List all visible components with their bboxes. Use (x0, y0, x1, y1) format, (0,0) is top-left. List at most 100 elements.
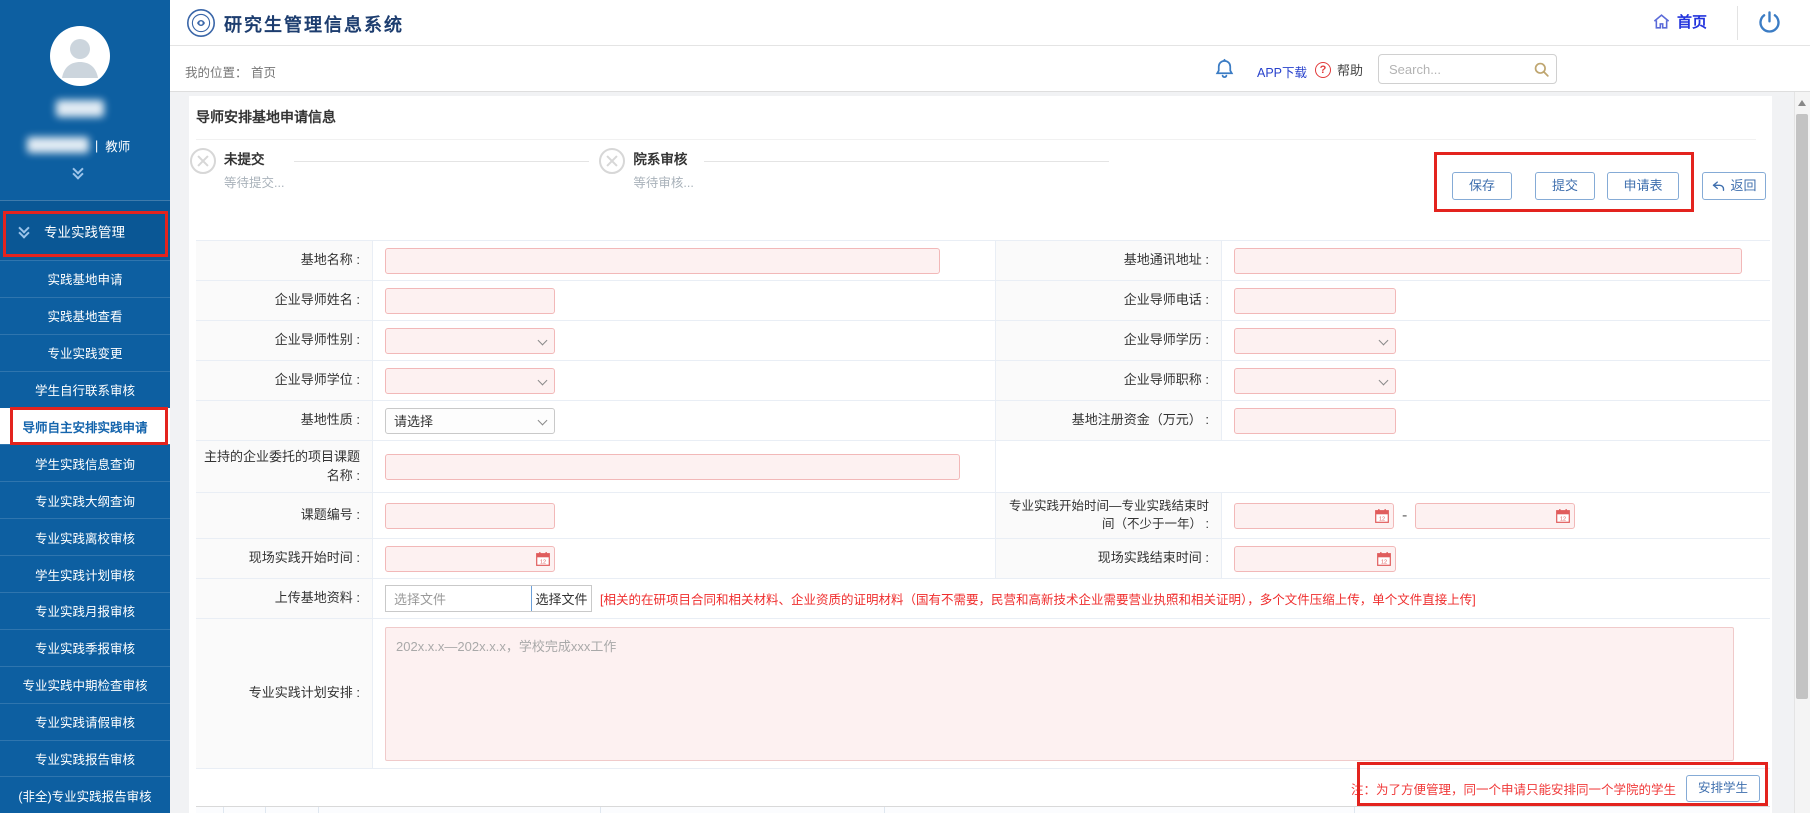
table-column-divider (266, 807, 319, 813)
field-label-onsite-start: 现场实践开始时间 : (196, 539, 373, 579)
field-label-mentor-degree: 企业导师学位 : (196, 361, 373, 401)
calendar-icon[interactable]: 12 (1377, 552, 1391, 571)
mentor-name-input[interactable] (385, 288, 555, 314)
page-scroll-up-arrow[interactable] (1798, 100, 1806, 106)
breadcrumb-current[interactable]: 首页 (251, 66, 276, 80)
step-status-circle-x-icon (190, 148, 216, 174)
onsite-end-date-input[interactable] (1234, 546, 1396, 572)
table-column-divider (319, 807, 601, 813)
empty-cell (996, 441, 1770, 493)
calendar-icon[interactable]: 12 (536, 552, 550, 571)
avatar (50, 26, 110, 86)
save-button[interactable]: 保存 (1452, 172, 1512, 200)
field-label-base-address: 基地通讯地址 : (996, 241, 1222, 281)
toolbar: 我的位置： 首页 APP下载 ? 帮助 (170, 46, 1810, 92)
application-form-button[interactable]: 申请表 (1607, 172, 1679, 200)
sidebar-item[interactable]: 专业实践月报审核 (0, 592, 170, 629)
user-id-redacted (27, 137, 89, 153)
field-label-upload: 上传基地资料 : (196, 579, 373, 619)
choose-file-button[interactable]: 选择文件 (531, 586, 591, 611)
page-scrollbar-thumb[interactable] (1796, 114, 1808, 699)
user-name-redacted (56, 100, 104, 117)
sidebar-item[interactable]: 学生实践计划审核 (0, 555, 170, 592)
sidebar-item[interactable]: 专业实践季报审核 (0, 629, 170, 666)
project-name-input[interactable] (385, 454, 960, 480)
svg-text:12: 12 (540, 559, 546, 565)
sidebar-item[interactable]: 学生自行联系审核 (0, 371, 170, 408)
home-link[interactable]: 首页 (1652, 11, 1707, 32)
sidebar-item[interactable]: 实践基地申请 (0, 260, 170, 297)
base-name-input[interactable] (385, 248, 940, 274)
project-no-input[interactable] (385, 503, 555, 529)
user-role-line: | 教师 (95, 137, 130, 154)
sidebar-item[interactable]: 学生实践信息查询 (0, 444, 170, 481)
sidebar-item[interactable]: 专业实践请假审核 (0, 703, 170, 740)
chevron-down-icon (538, 415, 548, 425)
help-link[interactable]: ? 帮助 (1315, 60, 1363, 79)
sidebar-item[interactable]: 实践基地查看 (0, 297, 170, 334)
home-link-label: 首页 (1677, 11, 1707, 32)
role-separator: | (95, 139, 98, 153)
user-role: 教师 (105, 136, 130, 155)
step-connector-line (704, 161, 1109, 162)
sidebar-item[interactable]: (非全)专业实践报告审核 (0, 776, 170, 813)
notifications-button[interactable] (1213, 57, 1236, 85)
base-capital-input[interactable] (1234, 408, 1396, 434)
mentor-title-select[interactable] (1234, 368, 1396, 394)
field-label-base-capital: 基地注册资金（万元） : (996, 401, 1222, 441)
sidebar-item[interactable]: 专业实践中期检查审核 (0, 666, 170, 703)
practice-plan-textarea[interactable] (385, 627, 1734, 761)
app-download-link[interactable]: APP下载 (1257, 62, 1307, 81)
file-placeholder: 选择文件 (386, 586, 531, 611)
base-type-selected-value: 请选择 (394, 411, 433, 430)
svg-text:12: 12 (1381, 559, 1387, 565)
home-icon (1652, 12, 1671, 31)
field-label-onsite-end: 现场实践结束时间 : (996, 539, 1222, 579)
practice-end-date-field: 12 (1415, 503, 1575, 529)
sidebar-item[interactable]: 专业实践大纲查询 (0, 481, 170, 518)
onsite-start-date-input[interactable] (385, 546, 555, 572)
practice-end-date-input[interactable] (1415, 503, 1575, 529)
base-type-select[interactable]: 请选择 (385, 408, 555, 434)
sidebar: | 教师 专业实践管理 实践基地申请 实践基地查看 专业实践变更 学生自行联系审… (0, 0, 170, 813)
search-box (1378, 54, 1557, 84)
submit-button[interactable]: 提交 (1535, 172, 1595, 200)
mentor-gender-select[interactable] (385, 328, 555, 354)
arrange-students-button[interactable]: 安排学生 (1686, 775, 1760, 802)
calendar-icon[interactable]: 12 (1556, 509, 1570, 528)
onsite-start-date-field: 12 (385, 546, 555, 572)
search-input[interactable] (1379, 55, 1556, 83)
step-unsubmitted: 未提交 等待提交... (224, 148, 284, 191)
field-label-mentor-phone: 企业导师电话 : (996, 281, 1222, 321)
base-address-input[interactable] (1234, 248, 1742, 274)
profile-collapse-chevron-icon[interactable] (72, 165, 86, 179)
main-panel: 导师安排基地申请信息 未提交 等待提交... 院系审核 等待审核... 保存 提… (189, 96, 1772, 813)
sidebar-item[interactable]: 专业实践变更 (0, 334, 170, 371)
arrange-students-row: 注：为了方便管理，同一个申请只能安排同一个学院的学生 安排学生 (196, 768, 1770, 808)
sidebar-item-active[interactable]: 导师自主安排实践申请 (0, 408, 170, 445)
mentor-phone-input[interactable] (1234, 288, 1396, 314)
step-connector-line (294, 161, 589, 162)
mentor-degree-select[interactable] (385, 368, 555, 394)
practice-start-date-input[interactable] (1234, 503, 1394, 529)
app-title: 研究生管理信息系统 (224, 11, 404, 37)
date-range-separator: - (1402, 507, 1407, 525)
calendar-icon[interactable]: 12 (1375, 509, 1389, 528)
step-label: 未提交 (224, 148, 284, 168)
header: 研究生管理信息系统 首页 (170, 0, 1810, 46)
mentor-education-select[interactable] (1234, 328, 1396, 354)
chevron-down-icon (18, 224, 32, 238)
sidebar-item[interactable]: 专业实践离校审核 (0, 518, 170, 555)
back-button[interactable]: 返回 (1702, 172, 1766, 200)
step-department-review: 院系审核 等待审核... (633, 148, 693, 191)
person-icon (50, 26, 110, 86)
question-circle-icon: ? (1315, 62, 1331, 78)
logout-button[interactable] (1756, 9, 1783, 41)
file-upload-control[interactable]: 选择文件 选择文件 (385, 585, 592, 612)
chevron-down-icon (1379, 335, 1389, 345)
sidebar-item[interactable]: 专业实践报告审核 (0, 740, 170, 777)
search-icon[interactable] (1532, 60, 1551, 84)
sidebar-section-practice-management[interactable]: 专业实践管理 (0, 200, 170, 260)
field-label-mentor-name: 企业导师姓名 : (196, 281, 373, 321)
back-arrow-icon (1711, 179, 1726, 194)
